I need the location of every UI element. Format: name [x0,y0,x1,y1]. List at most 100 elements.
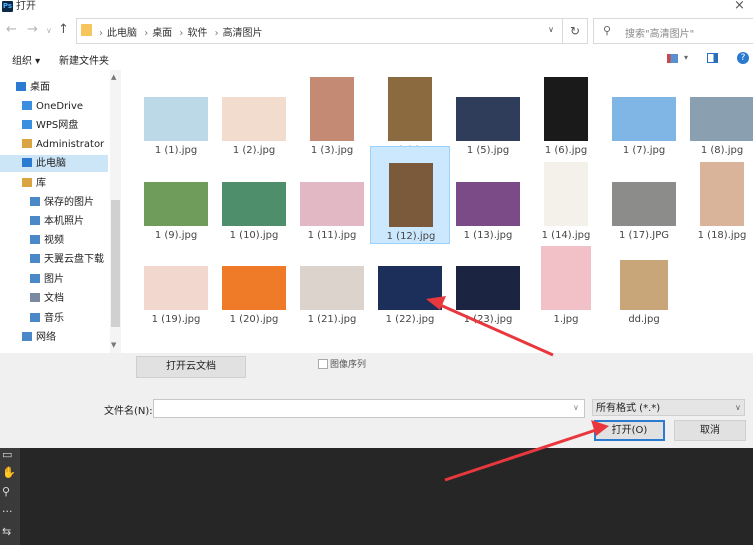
sidebar-item-label: OneDrive [36,101,84,112]
refresh-button[interactable]: ↻ [562,18,588,44]
file-thumbnail [388,77,432,141]
file-item[interactable]: dd.jpg [604,230,684,328]
file-thumbnail [456,97,520,141]
file-thumbnail [144,266,208,310]
color-swap-icon[interactable]: ⇆ [2,525,11,538]
pictures-icon [30,274,40,283]
sidebar-item[interactable]: 库 [22,175,46,192]
scroll-down-icon[interactable]: ▼ [111,341,116,349]
file-thumbnail [310,77,354,141]
file-item[interactable]: 1 (6).jpg [526,61,606,159]
filetype-dropdown-icon[interactable]: ∨ [735,403,741,412]
file-name: 1.jpg [553,314,579,325]
close-icon[interactable]: × [734,0,745,13]
breadcrumb-item[interactable]: 软件 [187,28,207,39]
sidebar-item[interactable]: 图片 [30,271,64,288]
file-item[interactable]: 1 (20).jpg [214,230,294,328]
cancel-button[interactable]: 取消 [674,420,746,441]
filetype-select[interactable]: 所有格式 (*.*) [592,399,745,416]
file-item[interactable]: 1 (5).jpg [448,61,528,159]
back-arrow-icon[interactable]: ← [6,22,17,37]
sidebar-scroll-thumb[interactable] [111,200,120,327]
image-sequence-checkbox[interactable] [318,359,328,369]
file-item[interactable]: 1 (4).jpg [370,61,450,159]
sidebar-item[interactable]: OneDrive [22,98,83,115]
recent-dropdown-icon[interactable]: ∨ [46,26,52,35]
file-item[interactable]: 1 (22).jpg [370,230,450,328]
file-thumbnail [620,260,668,310]
file-item[interactable]: 1 (18).jpg [682,146,753,244]
file-item[interactable]: 1 (2).jpg [214,61,294,159]
file-item[interactable]: 1 (3).jpg [292,61,372,159]
sidebar-item[interactable]: 保存的图片 [30,194,94,211]
pictures-icon [30,197,40,206]
file-thumbnail [222,182,286,226]
up-folder-icon[interactable]: ↑ [58,22,69,37]
filename-label: 文件名(N): [104,406,153,417]
frame-tool-icon[interactable]: ▭ [2,448,12,461]
filename-input[interactable] [153,399,585,418]
file-item[interactable]: 1 (8).jpg [682,61,753,159]
file-item[interactable]: 1 (21).jpg [292,230,372,328]
sidebar-item[interactable]: WPS网盘 [22,117,78,134]
zoom-tool-icon[interactable]: ⚲ [2,485,10,498]
sidebar-item[interactable]: 文档 [30,290,64,307]
file-thumbnail [389,163,433,227]
hand-tool-icon[interactable]: ✋ [2,466,16,479]
file-item[interactable]: 1 (1).jpg [136,61,216,159]
breadcrumb-item[interactable]: 桌面 [152,28,172,39]
file-thumbnail [690,97,753,141]
file-thumbnail [700,162,744,226]
cloud-icon [22,120,32,129]
new-folder-button[interactable]: 新建文件夹 [59,52,109,67]
sidebar-item-label: 此电脑 [36,158,66,169]
file-item[interactable]: 1 (23).jpg [448,230,528,328]
file-thumbnail [541,246,591,310]
address-bar[interactable]: › 此电脑 › 桌面 › 软件 › 高清图片 ∨ [76,18,563,44]
library-icon [22,178,32,187]
network-icon [22,332,32,341]
file-name: 1 (21).jpg [307,314,357,325]
file-thumbnail [300,182,364,226]
sidebar-item-label: 天翼云盘下载 [44,254,104,265]
search-box[interactable]: ⚲ 搜索"高清图片" [593,18,753,44]
folder-icon [81,24,92,36]
file-thumbnail [456,182,520,226]
file-thumbnail [300,266,364,310]
scroll-up-icon[interactable]: ▲ [111,73,116,81]
forward-arrow-icon[interactable]: → [27,22,38,37]
sidebar-item-label: 图片 [44,274,64,285]
sidebar-item[interactable]: 此电脑 [0,155,108,172]
search-placeholder: 搜索"高清图片" [625,29,695,40]
file-thumbnail [456,266,520,310]
file-item[interactable]: 1 (19).jpg [136,230,216,328]
file-item[interactable]: 1 (7).jpg [604,61,684,159]
sidebar-item[interactable]: 桌面 [16,79,50,96]
breadcrumb-item[interactable]: 高清图片 [223,28,263,39]
more-tools-icon[interactable]: ··· [2,505,13,518]
search-icon: ⚲ [603,24,612,37]
file-item[interactable]: 1.jpg [526,230,606,328]
title-bar [0,0,753,14]
window-title: 打开 [16,1,36,12]
sidebar-item-label: WPS网盘 [36,120,79,131]
breadcrumb-item[interactable]: 此电脑 [107,28,137,39]
sidebar-item[interactable]: Administrator [22,136,104,153]
photoshop-toolbar: ▭ ✋ ⚲ ··· ⇆ [0,448,20,545]
file-thumbnail [378,266,442,310]
address-dropdown-icon[interactable]: ∨ [548,25,554,34]
filename-dropdown-icon[interactable]: ∨ [573,403,579,412]
sidebar-item-label: Administrator [36,139,105,150]
file-name: 1 (23).jpg [463,314,513,325]
open-cloud-document-button[interactable]: 打开云文档 [136,356,246,378]
open-button[interactable]: 打开(O) [594,420,665,441]
video-icon [30,235,40,244]
sidebar-item[interactable]: 天翼云盘下载 [30,251,104,268]
sidebar-item[interactable]: 音乐 [30,310,64,327]
file-name: dd.jpg [628,314,660,325]
computer-icon [22,158,32,167]
sidebar-item[interactable]: 视频 [30,232,64,249]
sidebar-item[interactable]: 本机照片 [30,213,84,230]
organize-button[interactable]: 组织 ▾ [12,52,40,67]
sidebar-item[interactable]: 网络 [22,329,56,346]
